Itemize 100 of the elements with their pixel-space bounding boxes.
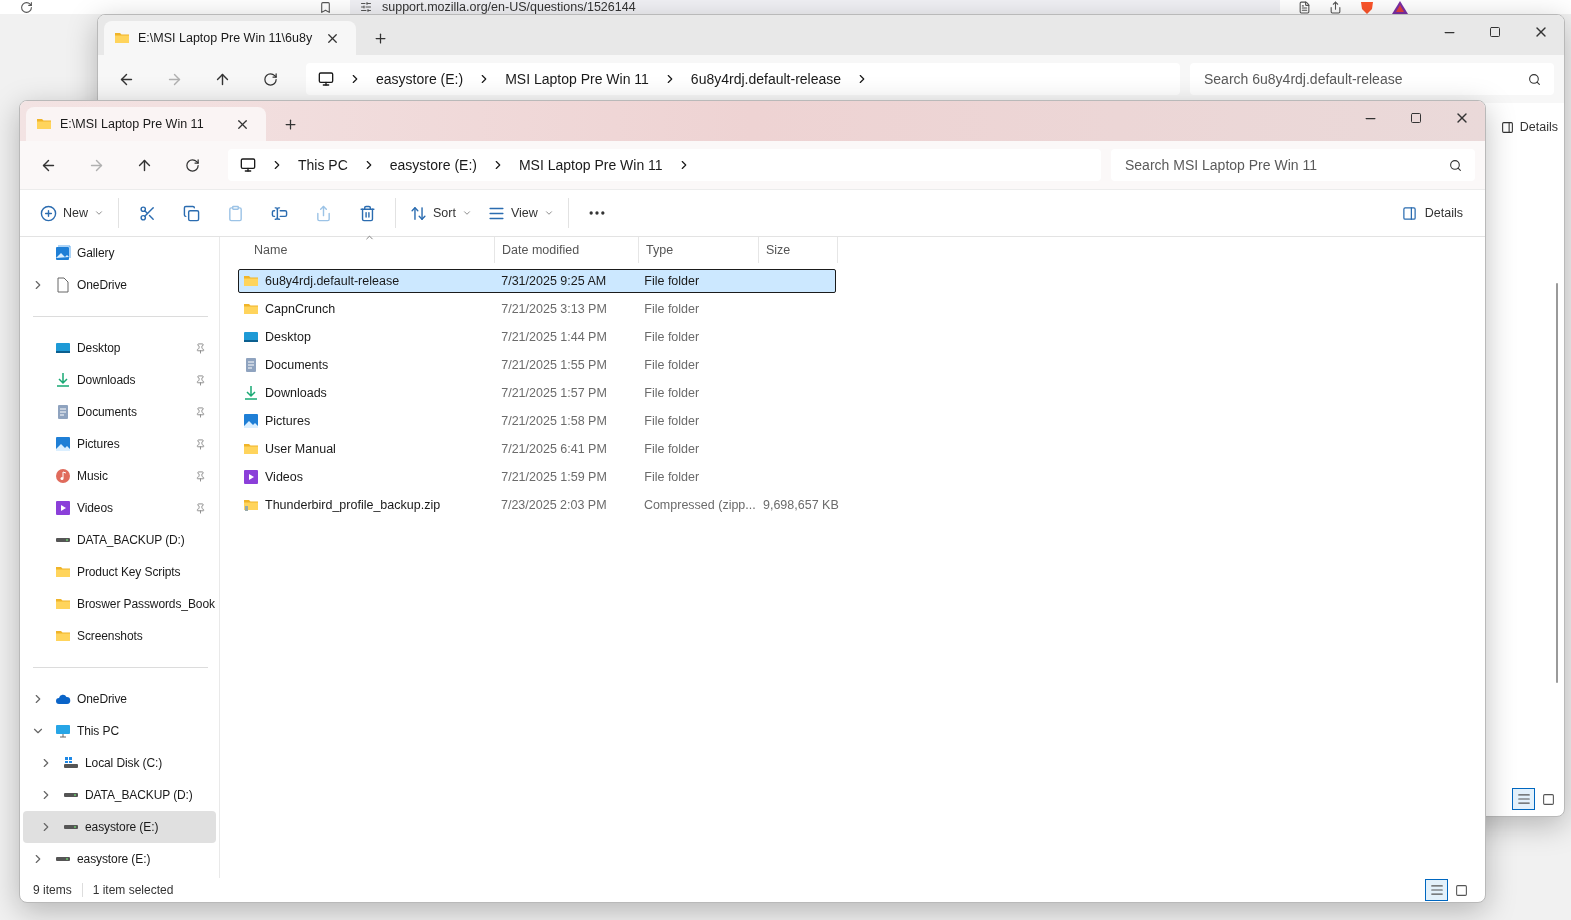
music-note-icon [55,468,71,484]
file-row[interactable]: CapnCrunch 7/21/2025 3:13 PM File folder [238,297,836,321]
column-header[interactable]: Type [639,237,759,263]
drive-icon [56,857,70,861]
copy-icon[interactable] [182,204,200,222]
breadcrumb[interactable]: MSI Laptop Pre Win 11 [505,71,649,87]
refresh-icon[interactable] [184,157,200,173]
file-row[interactable]: Downloads 7/21/2025 1:57 PM File folder [238,381,836,405]
file-name: Videos [265,470,303,484]
download-arrow-icon [243,385,259,401]
breadcrumb[interactable]: MSI Laptop Pre Win 11 [518,157,663,173]
search-field[interactable]: Search 6u8y4rdj.default-release [1190,63,1554,95]
sidebar-item[interactable]: Pictures [23,428,216,460]
maximize-icon[interactable] [1410,112,1422,124]
refresh-icon[interactable] [20,1,33,14]
plus-icon[interactable] [372,30,388,46]
window-tab[interactable]: E:\MSI Laptop Pre Win 11 [26,107,266,141]
sort-button[interactable]: Sort [404,196,478,230]
column-header[interactable]: Name [238,237,495,263]
sidebar-item[interactable]: Downloads [23,364,216,396]
breadcrumb[interactable]: 6u8y4rdj.default-release [690,71,842,87]
type-cell: File folder [644,274,700,288]
breadcrumb[interactable]: easystore (E:) [376,71,464,87]
triangle-icon[interactable] [1392,1,1408,14]
sidebar-item[interactable]: Gallery [23,237,216,269]
sidebar-item[interactable]: Broswer Passwords_Book [23,588,216,620]
file-name: 6u8y4rdj.default-release [265,274,400,288]
file-row[interactable]: Documents 7/21/2025 1:55 PM File folder [238,353,836,377]
search-icon[interactable] [1528,73,1541,86]
sidebar-item[interactable]: Music [23,460,216,492]
sidebar-item[interactable]: DATA_BACKUP (D:) [23,524,216,556]
sidebar-item[interactable]: OneDrive [23,269,216,301]
address-bar[interactable]: This PC easystore (E:) MSI Laptop Pre Win 11 [228,149,1101,181]
refresh-icon[interactable] [262,71,278,87]
date-cell: 7/21/2025 1:57 PM [501,386,607,400]
breadcrumb[interactable]: This PC [298,157,348,173]
file-row[interactable]: User Manual 7/21/2025 6:41 PM File folder [238,437,836,461]
type-cell: File folder [644,442,700,456]
search-icon[interactable] [1449,159,1462,172]
sidebar-item[interactable]: Desktop [23,332,216,364]
desktop-icon [55,340,71,356]
sidebar-item[interactable]: This PC [23,715,216,747]
window-tab[interactable]: E:\MSI Laptop Pre Win 11\6u8y [104,21,357,55]
type-cell: File folder [644,470,700,484]
details-button[interactable]: Details [1498,111,1560,143]
share-icon[interactable] [1329,1,1342,14]
plus-circle-icon[interactable] [40,204,57,222]
sidebar-item[interactable]: Videos [23,492,216,524]
video-icon [55,500,71,516]
file-name: User Manual [265,442,336,456]
sidebar-item[interactable]: Screenshots [23,620,216,652]
view-button[interactable]: View [481,196,560,230]
text-cursor-icon[interactable] [270,204,288,222]
selection-count: 1 item selected [92,883,174,897]
drive-icon [64,793,78,797]
drive-icon [56,538,70,542]
sidebar-item[interactable]: DATA_BACKUP (D:) [23,779,216,811]
column-header[interactable]: Date modified [495,237,639,263]
date-cell: 7/23/2025 2:03 PM [501,498,607,512]
type-cell: Compressed (zipp... [643,498,756,512]
size-cell: 9,698,657 KB [763,498,839,512]
sidebar-item[interactable]: Documents [23,396,216,428]
type-cell: File folder [644,386,700,400]
file-name: Desktop [265,330,311,344]
reader-icon[interactable] [1298,1,1311,14]
file-row[interactable]: Thunderbird_profile_backup.zip 7/23/2025 2:03 PM Compressed (zipp... 9,698,657 KB [238,493,836,517]
file-row[interactable]: Desktop 7/21/2025 1:44 PM File folder [238,325,836,349]
file-row[interactable]: Pictures 7/21/2025 1:58 PM File folder [238,409,836,433]
sidebar-item[interactable]: easystore (E:) [23,811,216,843]
plus-icon[interactable] [282,116,298,132]
date-cell: 7/21/2025 6:41 PM [501,442,607,456]
column-header[interactable]: Size [759,237,838,263]
file-row[interactable]: Videos 7/21/2025 1:59 PM File folder [238,465,836,489]
search-field[interactable]: Search MSI Laptop Pre Win 11 [1111,149,1475,181]
details-button[interactable]: Details [1393,197,1471,229]
monitor-icon [55,723,71,739]
trash-icon[interactable] [358,204,376,222]
file-row[interactable]: 6u8y4rdj.default-release 7/31/2025 9:25 AM File folder [238,269,836,293]
scissors-icon[interactable] [138,204,156,222]
address-bar[interactable]: easystore (E:) MSI Laptop Pre Win 11 6u8y4rdj.default-release [306,63,1180,95]
square-icon[interactable] [1542,792,1555,806]
breadcrumb[interactable]: easystore (E:) [389,157,477,173]
type-cell: File folder [644,330,700,344]
square-icon[interactable] [1455,883,1468,897]
gallery-icon [55,245,71,261]
bookmark-icon[interactable] [319,1,332,14]
new-button[interactable]: New [34,196,110,230]
site-settings-icon[interactable] [360,1,372,14]
item-count: 9 items [33,883,72,897]
sidebar-item[interactable]: OneDrive [23,683,216,715]
url-field[interactable]: support.mozilla.org/en-US/questions/1526144 [350,0,1280,14]
type-cell: File folder [644,302,700,316]
folder-icon [36,116,52,132]
sidebar-item[interactable]: Product Key Scripts [23,556,216,588]
sort-arrows-icon[interactable] [410,204,427,222]
date-cell: 7/21/2025 1:58 PM [501,414,607,428]
sidebar-item[interactable]: Local Disk (C:) [23,747,216,779]
maximize-icon[interactable] [1489,26,1501,38]
sidebar-item[interactable]: easystore (E:) [23,843,216,875]
panel-icon[interactable] [1500,120,1514,134]
